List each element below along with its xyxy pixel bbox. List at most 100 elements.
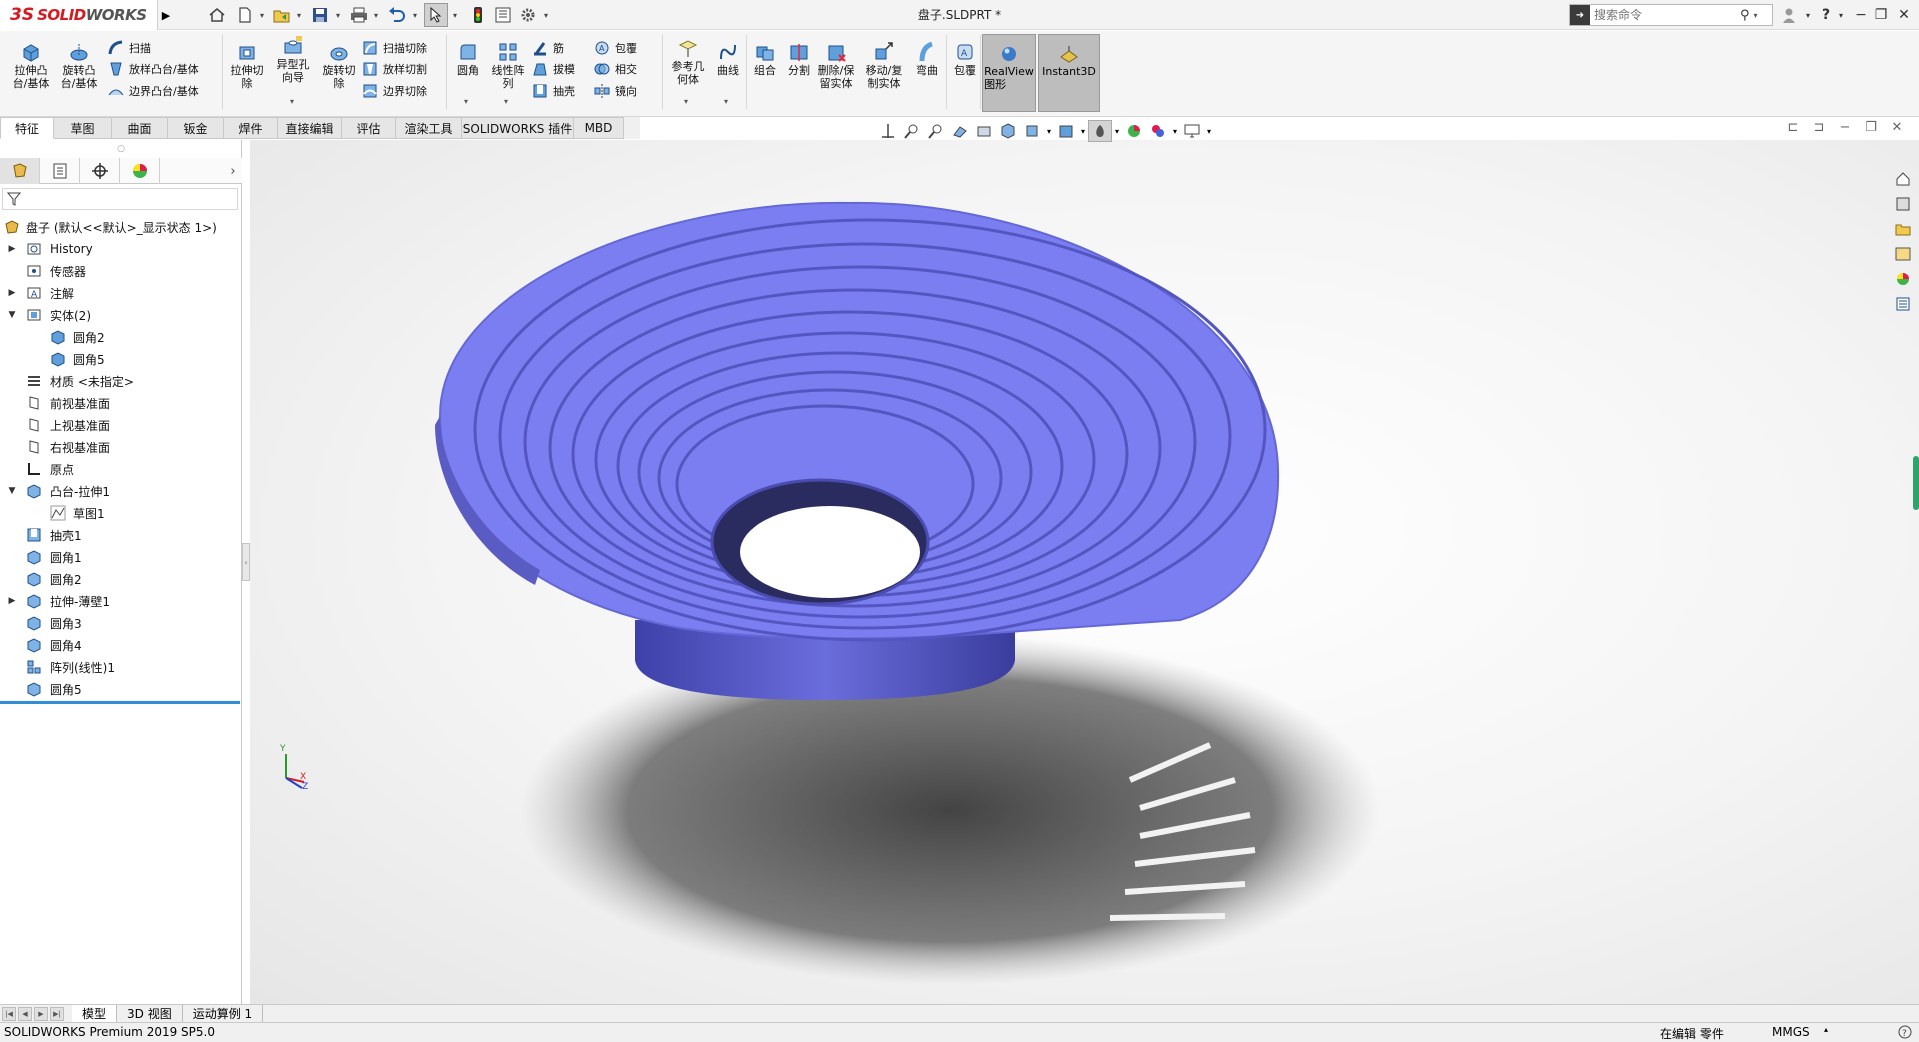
expand-arrow-icon[interactable]: ▶ bbox=[7, 244, 17, 254]
linear-pattern-button[interactable]: 线性阵 列 bbox=[488, 41, 528, 90]
revolve-cut-button[interactable]: 旋转切 除 bbox=[318, 41, 360, 90]
mirror-button[interactable]: 镜向 bbox=[594, 81, 637, 101]
shell-button[interactable]: 抽壳 bbox=[532, 81, 575, 101]
rib-button[interactable]: 筋 bbox=[532, 38, 564, 58]
status-help-icon[interactable]: ? bbox=[1898, 1025, 1912, 1042]
search-input[interactable] bbox=[1590, 7, 1740, 23]
collapse-arrow-icon[interactable]: ▼ bbox=[7, 310, 17, 320]
tree-item[interactable]: 圆角2 bbox=[0, 326, 242, 348]
tree-item[interactable]: 抽壳1 bbox=[0, 524, 242, 546]
section-view-icon[interactable] bbox=[948, 120, 972, 142]
view-palette-icon[interactable] bbox=[1892, 243, 1914, 265]
draft-button[interactable]: 拔模 bbox=[532, 59, 575, 79]
display-style-icon[interactable] bbox=[1020, 120, 1044, 142]
tree-item[interactable]: ▶ History bbox=[0, 238, 242, 260]
chevron-down-icon[interactable]: ▾ bbox=[1754, 11, 1758, 20]
viewport-close-icon[interactable]: ✕ bbox=[1884, 120, 1910, 142]
viewport-restore-icon[interactable]: ❐ bbox=[1858, 120, 1884, 142]
chevron-right-icon[interactable]: › bbox=[224, 158, 242, 184]
chevron-up-icon[interactable]: ▴ bbox=[1824, 1025, 1828, 1034]
sweep-cut-button[interactable]: 扫描切除 bbox=[362, 38, 427, 58]
chevron-down-icon[interactable]: ▾ bbox=[1078, 120, 1088, 142]
realview-graphics-button[interactable]: RealView 图形 bbox=[982, 34, 1036, 112]
boundary-cut-button[interactable]: 边界切除 bbox=[362, 81, 427, 101]
chevron-down-icon[interactable]: ▾ bbox=[684, 97, 688, 106]
graphics-area[interactable]: Y X Z bbox=[250, 140, 1919, 1004]
solidworks-resources-icon[interactable] bbox=[1892, 168, 1914, 190]
chevron-down-icon[interactable]: ▾ bbox=[371, 3, 381, 27]
wrap-button[interactable]: A 包覆 bbox=[594, 38, 637, 58]
collapse-arrow-icon[interactable]: ▼ bbox=[7, 486, 17, 496]
chevron-down-icon[interactable]: ▾ bbox=[1170, 120, 1180, 142]
chevron-down-icon[interactable]: ▾ bbox=[1800, 0, 1816, 30]
tab-direct-editing[interactable]: 直接编辑 bbox=[278, 117, 342, 139]
user-account-icon[interactable] bbox=[1776, 0, 1802, 30]
tree-item[interactable]: 圆角2 bbox=[0, 568, 242, 590]
search-icon[interactable]: ⚲ bbox=[1740, 8, 1750, 23]
zoom-to-area-icon[interactable] bbox=[900, 120, 924, 142]
file-properties-icon[interactable] bbox=[491, 3, 515, 27]
delete-keep-body-button[interactable]: 删除/保 留实体 bbox=[812, 41, 860, 90]
chevron-down-icon[interactable]: ▾ bbox=[290, 97, 294, 106]
tab-render-tools[interactable]: 渲染工具 bbox=[396, 117, 462, 139]
chevron-down-icon[interactable]: ▾ bbox=[541, 3, 551, 27]
chevron-down-icon[interactable]: ▾ bbox=[294, 3, 304, 27]
close-icon[interactable]: ✕ bbox=[1891, 0, 1917, 30]
menu-expand-icon[interactable]: ▶ bbox=[158, 0, 174, 30]
curves-button[interactable]: 曲线 bbox=[712, 41, 744, 77]
options-gear-icon[interactable] bbox=[516, 3, 540, 27]
chevron-down-icon[interactable]: ▾ bbox=[410, 3, 420, 27]
chevron-down-icon[interactable]: ▾ bbox=[1044, 120, 1054, 142]
tab-model[interactable]: 模型 bbox=[72, 1004, 118, 1023]
rebuild-icon[interactable] bbox=[466, 3, 490, 27]
tab-motion-study[interactable]: 运动算例 1 bbox=[183, 1004, 264, 1023]
select-pointer-icon[interactable] bbox=[424, 3, 448, 27]
tree-item[interactable]: 前视基准面 bbox=[0, 392, 242, 414]
combine-button[interactable]: 组合 bbox=[748, 41, 782, 77]
tree-item[interactable]: 圆角5 bbox=[0, 678, 242, 700]
next-tab-icon[interactable]: ▶ bbox=[34, 1006, 48, 1021]
solidworks-logo[interactable]: 3S SOLIDWORKS bbox=[0, 0, 158, 30]
chevron-down-icon[interactable]: ▾ bbox=[464, 97, 468, 106]
flex-button[interactable]: 弯曲 bbox=[910, 41, 944, 77]
new-document-icon[interactable] bbox=[233, 3, 257, 27]
home-icon[interactable] bbox=[205, 3, 229, 27]
tree-item[interactable]: 原点 bbox=[0, 458, 242, 480]
chevron-down-icon[interactable]: ▾ bbox=[450, 3, 460, 27]
panel-grip[interactable]: ○ bbox=[0, 140, 242, 158]
file-explorer-icon[interactable] bbox=[1892, 218, 1914, 240]
chevron-down-icon[interactable]: ▾ bbox=[504, 97, 508, 106]
viewport-minimize-icon[interactable]: − bbox=[1832, 120, 1858, 142]
previous-pane-icon[interactable]: ⊏ bbox=[1780, 120, 1806, 142]
tree-item[interactable]: ▶ 拉伸-薄壁1 bbox=[0, 590, 242, 612]
tree-item[interactable]: 上视基准面 bbox=[0, 414, 242, 436]
last-tab-icon[interactable]: ▶| bbox=[50, 1006, 64, 1021]
chevron-down-icon[interactable]: ▾ bbox=[724, 97, 728, 106]
tab-features[interactable]: 特征 bbox=[0, 117, 54, 139]
tree-item[interactable]: 草图1 bbox=[0, 502, 242, 524]
custom-properties-icon[interactable] bbox=[1892, 293, 1914, 315]
zoom-to-fit-icon[interactable] bbox=[876, 120, 900, 142]
expand-arrow-icon[interactable]: ▶ bbox=[7, 596, 17, 606]
tree-item[interactable]: 材质 <未指定> bbox=[0, 370, 242, 392]
previous-view-icon[interactable] bbox=[924, 120, 948, 142]
loft-cut-button[interactable]: 放样切割 bbox=[362, 59, 427, 79]
hide-show-items-icon[interactable] bbox=[1054, 120, 1078, 142]
open-folder-icon[interactable] bbox=[270, 3, 294, 27]
extrude-cut-button[interactable]: 拉伸切 除 bbox=[226, 41, 268, 90]
intersect-button[interactable]: 相交 bbox=[594, 59, 637, 79]
tree-filter-box[interactable] bbox=[2, 188, 238, 210]
help-icon[interactable]: ? bbox=[1816, 0, 1836, 30]
split-button[interactable]: 分割 bbox=[782, 41, 816, 77]
appearances-icon[interactable] bbox=[1892, 268, 1914, 290]
unit-system[interactable]: MMGS bbox=[1772, 1025, 1810, 1039]
hole-wizard-button[interactable]: 异型孔 向导 bbox=[270, 35, 316, 84]
display-manager-tab[interactable] bbox=[120, 158, 160, 184]
tree-item[interactable]: 圆角1 bbox=[0, 546, 242, 568]
previous-tab-icon[interactable]: ◀ bbox=[18, 1006, 32, 1021]
panel-splitter-handle[interactable]: ‹ bbox=[242, 543, 250, 581]
print-icon[interactable] bbox=[347, 3, 371, 27]
dynamic-annotation-icon[interactable] bbox=[972, 120, 996, 142]
tab-evaluate[interactable]: 评估 bbox=[342, 117, 396, 139]
expand-arrow-icon[interactable]: ▶ bbox=[7, 288, 17, 298]
